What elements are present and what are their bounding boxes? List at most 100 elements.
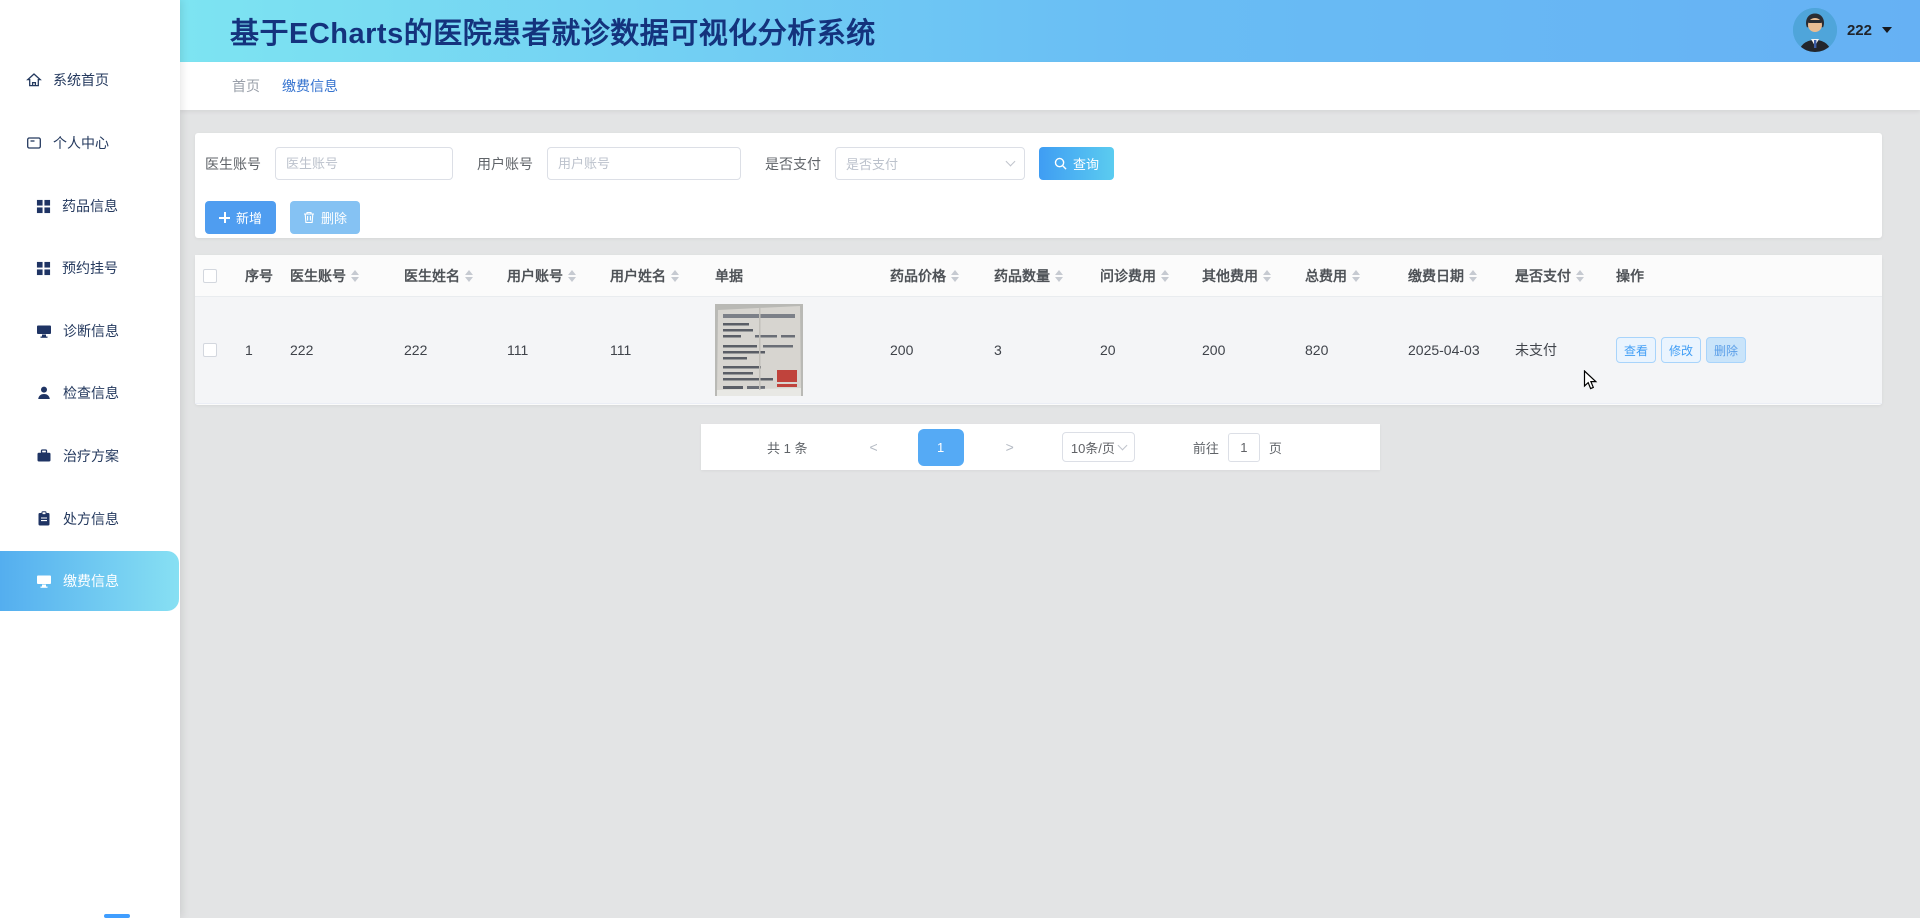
- sort-icon[interactable]: [568, 270, 576, 282]
- sort-icon[interactable]: [1263, 270, 1271, 282]
- sort-icon[interactable]: [671, 270, 679, 282]
- avatar[interactable]: [1793, 8, 1837, 52]
- pay-status-label: 是否支付: [765, 154, 821, 174]
- briefcase-icon: [36, 448, 52, 464]
- sort-icon[interactable]: [1576, 270, 1584, 282]
- col-user-account: 用户账号: [507, 266, 563, 286]
- data-table: 序号 医生账号 医生姓名 用户账号 用户姓名 单据 药品价格 药品数量 问诊费用…: [195, 255, 1882, 405]
- chevron-down-icon: [1006, 157, 1016, 167]
- sidebar-item-label: 检查信息: [63, 383, 119, 403]
- monitor-icon: [36, 573, 52, 589]
- col-consult-fee: 问诊费用: [1100, 266, 1156, 286]
- pay-status-select[interactable]: 是否支付: [835, 147, 1025, 180]
- sidebar-scrollbar-thumb[interactable]: [104, 914, 130, 918]
- goto-suffix: 页: [1269, 438, 1282, 457]
- row-actions: 查看 修改 删除: [1616, 337, 1882, 363]
- col-pay-status: 是否支付: [1515, 266, 1571, 286]
- sidebar-item-diagnosis-info[interactable]: 诊断信息: [0, 307, 180, 355]
- sidebar-item-drug-info[interactable]: 药品信息: [0, 182, 180, 230]
- person-icon: [36, 385, 52, 401]
- sidebar-item-system-home[interactable]: 系统首页: [0, 56, 180, 104]
- sidebar-item-prescription-info[interactable]: 处方信息: [0, 495, 180, 543]
- sidebar-item-label: 预约挂号: [62, 258, 118, 278]
- pagination: 共 1 条 < 1 > 10条/页 前往 页: [701, 424, 1380, 470]
- sort-icon[interactable]: [465, 270, 473, 282]
- sidebar-item-label: 治疗方案: [63, 446, 119, 466]
- home-icon: [26, 72, 42, 88]
- trash-icon: [303, 211, 315, 224]
- id-card-icon: [26, 135, 42, 151]
- sidebar-item-appointment[interactable]: 预约挂号: [0, 244, 180, 292]
- col-total-fee: 总费用: [1305, 266, 1347, 286]
- query-button-label: 查询: [1073, 154, 1099, 173]
- col-actions: 操作: [1616, 266, 1644, 286]
- cell-consult-fee: 20: [1100, 342, 1202, 358]
- grid-icon: [36, 261, 51, 276]
- sidebar-item-label: 药品信息: [62, 196, 118, 216]
- cell-user-name: 111: [610, 342, 715, 358]
- pay-status-select-placeholder: 是否支付: [846, 154, 898, 173]
- goto-page-input[interactable]: [1228, 433, 1260, 462]
- col-receipt: 单据: [715, 266, 743, 286]
- sidebar-item-label: 个人中心: [53, 133, 109, 153]
- sort-icon[interactable]: [1055, 270, 1063, 282]
- prev-page-button[interactable]: <: [869, 439, 877, 455]
- sort-icon[interactable]: [951, 270, 959, 282]
- row-delete-button[interactable]: 删除: [1706, 337, 1746, 363]
- delete-button-label: 删除: [321, 208, 347, 227]
- col-pay-date: 缴费日期: [1408, 266, 1464, 286]
- cell-drug-price: 200: [890, 342, 994, 358]
- sidebar-item-treatment-plan[interactable]: 治疗方案: [0, 432, 180, 480]
- pagination-total: 共 1 条: [767, 438, 807, 457]
- sidebar: 系统首页 个人中心 药品信息 预约挂号 诊断信息 检查信息 治疗方案 处方信息 …: [0, 0, 180, 918]
- user-menu[interactable]: 222: [1793, 8, 1892, 52]
- col-user-name: 用户姓名: [610, 266, 666, 286]
- chevron-down-icon: [1117, 440, 1127, 450]
- user-account-input[interactable]: [547, 147, 741, 180]
- page-number-button[interactable]: 1: [918, 429, 964, 466]
- row-checkbox[interactable]: [203, 343, 217, 357]
- sort-icon[interactable]: [1352, 270, 1360, 282]
- sort-icon[interactable]: [351, 270, 359, 282]
- sidebar-item-personal-center[interactable]: 个人中心: [0, 119, 180, 167]
- cell-pay-date: 2025-04-03: [1408, 342, 1515, 358]
- breadcrumb: 首页 缴费信息: [180, 62, 1920, 110]
- col-doctor-name: 医生姓名: [404, 266, 460, 286]
- sidebar-item-label: 诊断信息: [63, 321, 119, 341]
- edit-button[interactable]: 修改: [1661, 337, 1701, 363]
- cell-index: 1: [245, 342, 290, 358]
- add-button[interactable]: 新增: [205, 201, 276, 234]
- sidebar-item-payment-info[interactable]: 缴费信息: [0, 551, 179, 611]
- breadcrumb-home[interactable]: 首页: [232, 76, 260, 96]
- col-index: 序号: [245, 266, 273, 286]
- sidebar-item-label: 处方信息: [63, 509, 119, 529]
- sort-icon[interactable]: [1161, 270, 1169, 282]
- delete-button[interactable]: 删除: [290, 201, 360, 234]
- main-content: 医生账号 用户账号 是否支付 是否支付 查询 新增 删除: [180, 110, 1920, 918]
- breadcrumb-current[interactable]: 缴费信息: [282, 76, 338, 96]
- col-drug-price: 药品价格: [890, 266, 946, 286]
- cell-total-fee: 820: [1305, 342, 1408, 358]
- col-doctor-account: 医生账号: [290, 266, 346, 286]
- cell-drug-quantity: 3: [994, 342, 1100, 358]
- app-header: 基于ECharts的医院患者就诊数据可视化分析系统 222: [180, 0, 1920, 62]
- query-button[interactable]: 查询: [1039, 147, 1114, 180]
- select-all-checkbox[interactable]: [203, 269, 217, 283]
- doctor-account-label: 医生账号: [205, 154, 261, 174]
- table-row[interactable]: 1 222 222 111 111: [195, 297, 1882, 404]
- cell-doctor-account: 222: [290, 342, 404, 358]
- doctor-account-input[interactable]: [275, 147, 453, 180]
- grid-icon: [36, 199, 51, 214]
- sort-icon[interactable]: [1469, 270, 1477, 282]
- page-title: 基于ECharts的医院患者就诊数据可视化分析系统: [230, 10, 876, 52]
- sidebar-item-label: 缴费信息: [63, 571, 119, 591]
- col-other-fee: 其他费用: [1202, 266, 1258, 286]
- receipt-image[interactable]: [715, 304, 803, 396]
- page-size-select[interactable]: 10条/页: [1062, 432, 1135, 462]
- search-icon: [1054, 157, 1067, 170]
- next-page-button[interactable]: >: [1006, 439, 1014, 455]
- view-button[interactable]: 查看: [1616, 337, 1656, 363]
- user-name[interactable]: 222: [1847, 22, 1872, 39]
- cell-pay-status: 未支付: [1515, 340, 1616, 360]
- sidebar-item-checkup-info[interactable]: 检查信息: [0, 369, 180, 417]
